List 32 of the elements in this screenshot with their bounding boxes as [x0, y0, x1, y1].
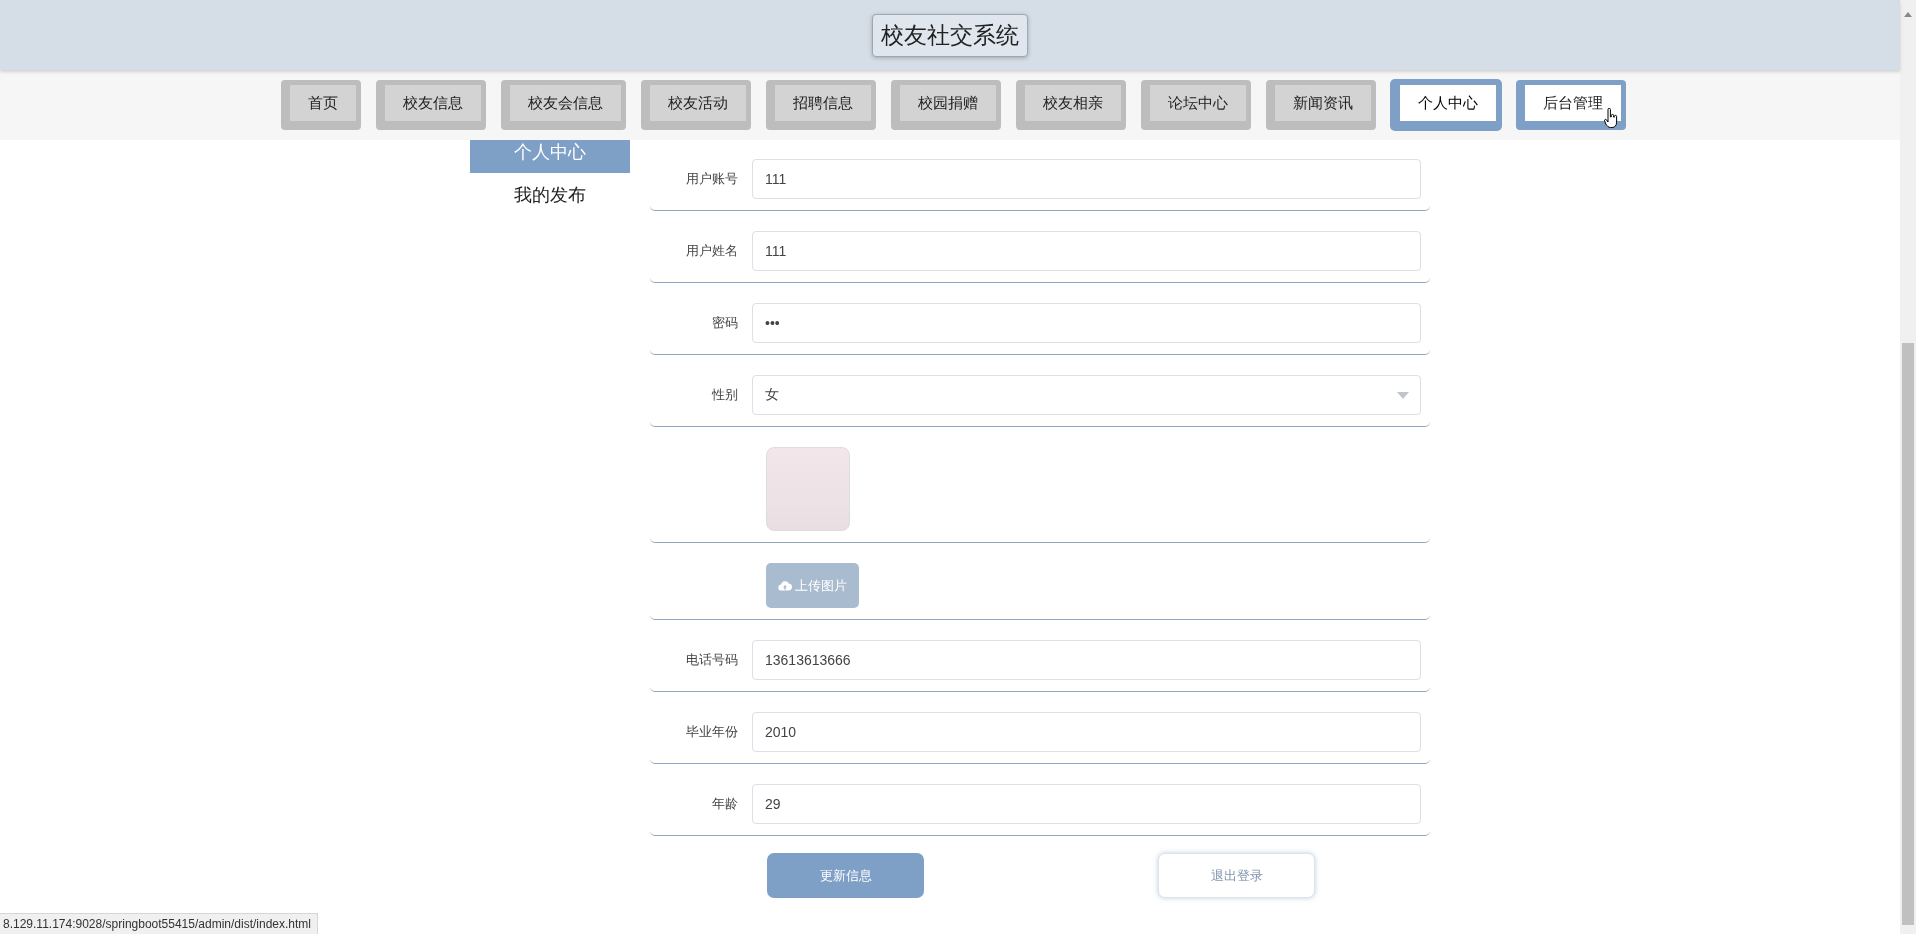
select-field[interactable]: 女	[752, 375, 1421, 415]
field-label: 电话号码	[685, 651, 739, 669]
hand-cursor-icon	[1603, 108, 1618, 128]
input-field[interactable]: 2010	[752, 712, 1421, 752]
nav-tab[interactable]: 校友活动	[640, 80, 751, 130]
input-field[interactable]: 13613613666	[752, 640, 1421, 680]
field-label: 毕业年份	[685, 723, 739, 741]
nav-tab[interactable]: 校友信息	[375, 80, 486, 130]
nav-tab[interactable]: 招聘信息	[765, 80, 876, 130]
input-field[interactable]: 111	[752, 231, 1421, 271]
sidebar-item[interactable]: 我的发布	[470, 173, 630, 213]
field-label: 年龄	[711, 795, 739, 813]
input-field[interactable]: 111	[752, 159, 1421, 199]
nav-tab[interactable]: 校园捐赠	[890, 80, 1001, 130]
nav-tab[interactable]: 校友相亲	[1015, 80, 1126, 130]
site-title: 校友社交系统	[872, 13, 1028, 57]
status-url: 8.129.11.174:9028/springboot55415/admin/dist/index.html	[0, 913, 318, 934]
field-label: 性别	[711, 386, 739, 404]
nav-tab[interactable]: 新闻资讯	[1265, 80, 1376, 130]
nav-tab[interactable]: 论坛中心	[1140, 80, 1251, 130]
password-field[interactable]: •••	[752, 303, 1421, 343]
nav-tab[interactable]: 首页	[280, 80, 361, 130]
caret-icon	[1397, 392, 1409, 399]
nav-tab[interactable]: 个人中心	[1390, 80, 1501, 130]
field-label: 用户账号	[685, 170, 739, 188]
nav-tab[interactable]: 校友会信息	[500, 80, 626, 130]
cloud-upload-icon	[778, 580, 792, 591]
input-field[interactable]: 29	[752, 784, 1421, 824]
scrollbar[interactable]	[1900, 0, 1916, 934]
field-label: 密码	[711, 314, 739, 332]
nav-tab[interactable]: 后台管理	[1515, 80, 1626, 130]
field-label: 用户姓名	[685, 242, 739, 260]
